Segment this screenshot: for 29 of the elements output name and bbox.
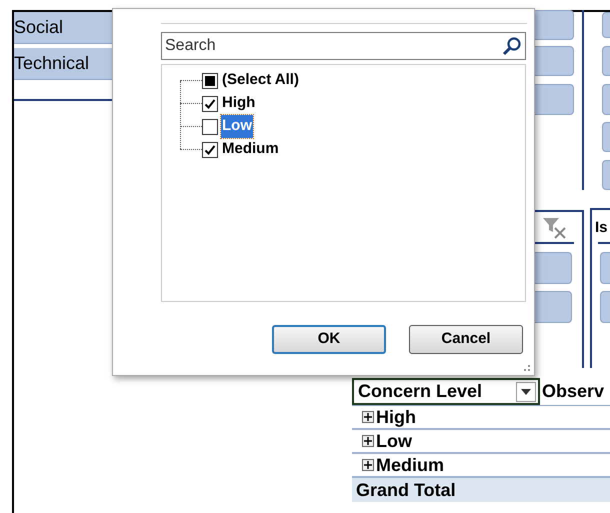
checkbox[interactable] — [202, 72, 218, 88]
row-text: High — [376, 406, 416, 429]
slicer-title: Is — [595, 218, 608, 238]
cancel-button[interactable]: Cancel — [409, 325, 523, 354]
checkbox[interactable] — [202, 118, 218, 134]
check-icon — [204, 144, 216, 156]
list-item[interactable]: Medium — [221, 138, 280, 161]
checkbox[interactable] — [202, 96, 218, 112]
row-text: Low — [376, 430, 412, 452]
expand-icon[interactable] — [362, 411, 374, 423]
header-text: Concern Level — [358, 380, 482, 403]
filter-dropdown[interactable] — [516, 382, 536, 402]
grand-total-row: Grand Total — [352, 478, 610, 502]
list-item[interactable]: Low — [221, 115, 253, 138]
list-item[interactable]: High — [221, 92, 256, 115]
expand-icon[interactable] — [362, 459, 374, 471]
search-field[interactable]: Search — [161, 32, 526, 60]
checkbox[interactable] — [202, 142, 218, 158]
search-icon — [502, 36, 522, 56]
resize-grip-icon — [523, 364, 531, 372]
list-item[interactable]: (Select All) — [221, 69, 300, 92]
column-header: Observ — [541, 380, 604, 403]
slicer-item[interactable]: Technical — [14, 48, 112, 80]
slicer-item[interactable]: Social — [14, 12, 112, 44]
row-text: Medium — [376, 454, 444, 476]
expand-icon[interactable] — [362, 435, 374, 447]
check-icon — [204, 98, 216, 110]
ok-button[interactable]: OK — [272, 325, 386, 354]
caret-icon — [521, 388, 531, 394]
